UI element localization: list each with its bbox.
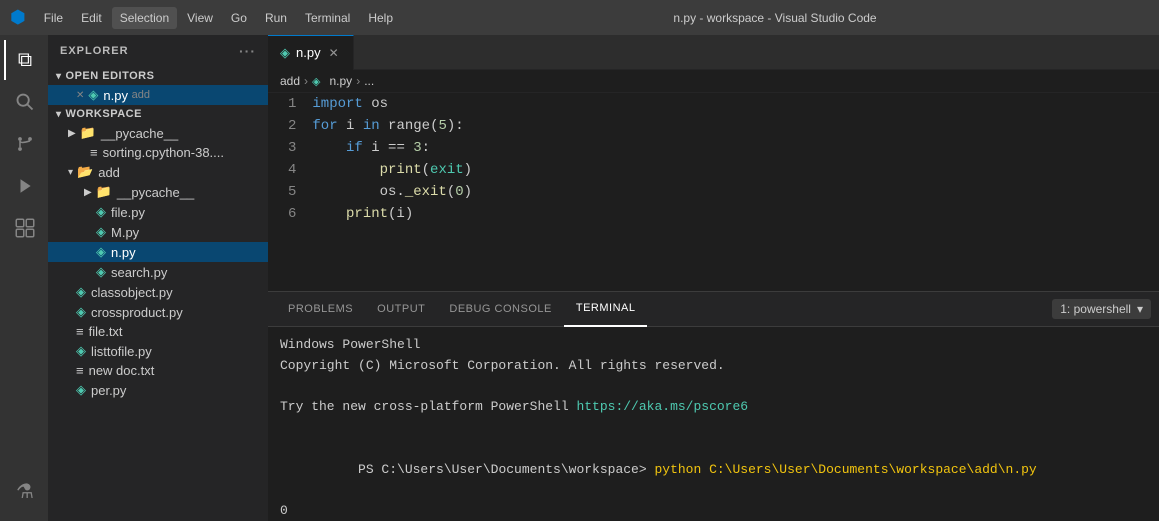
activity-bar: ⧉ ⚗ bbox=[0, 35, 48, 521]
panel-area: PROBLEMS OUTPUT DEBUG CONSOLE TERMINAL 1… bbox=[268, 291, 1159, 521]
file-py-icon: ◈ bbox=[96, 204, 106, 220]
panel-tabs: PROBLEMS OUTPUT DEBUG CONSOLE TERMINAL 1… bbox=[268, 292, 1159, 327]
menu-bar: File Edit Selection View Go Run Terminal… bbox=[36, 7, 401, 29]
menu-edit[interactable]: Edit bbox=[73, 7, 110, 29]
problems-tab[interactable]: PROBLEMS bbox=[276, 292, 365, 327]
sidebar-content: ▾ Open Editors ✕ ◈ n.py add ▾ Workspace … bbox=[48, 67, 268, 521]
terminal-line-4: Try the new cross-platform PowerShell ht… bbox=[280, 397, 1147, 418]
mpy-icon: ◈ bbox=[96, 224, 106, 240]
breadcrumb-py-icon: ◈ bbox=[312, 75, 320, 88]
more-options-icon[interactable]: ··· bbox=[239, 43, 256, 59]
code-editor[interactable]: 1 2 3 4 5 6 import os for i in range(5):… bbox=[268, 93, 1159, 291]
main-area: ⧉ ⚗ Explorer ··· ▾ Open Editors bbox=[0, 35, 1159, 521]
sidebar-header: Explorer ··· bbox=[48, 35, 268, 67]
folder-icon: 📁 bbox=[80, 125, 96, 141]
open-editors-section[interactable]: ▾ Open Editors bbox=[48, 67, 268, 85]
sidebar: Explorer ··· ▾ Open Editors ✕ ◈ n.py add… bbox=[48, 35, 268, 521]
listtofile-py-item[interactable]: ◈ listtofile.py bbox=[48, 341, 268, 361]
menu-view[interactable]: View bbox=[179, 7, 221, 29]
code-content[interactable]: import os for i in range(5): if i == 3: … bbox=[308, 93, 1159, 291]
menu-terminal[interactable]: Terminal bbox=[297, 7, 358, 29]
flask-activity-icon[interactable]: ⚗ bbox=[4, 471, 44, 511]
source-control-activity-icon[interactable] bbox=[4, 124, 44, 164]
search-py-icon: ◈ bbox=[96, 264, 106, 280]
open-editors-chevron: ▾ bbox=[56, 71, 62, 82]
terminal-line-7: 0 bbox=[280, 501, 1147, 521]
code-line-4: print(exit) bbox=[312, 159, 1159, 181]
menu-run[interactable]: Run bbox=[257, 7, 295, 29]
pycache-folder[interactable]: ▶ 📁 __pycache__ bbox=[48, 123, 268, 143]
extensions-activity-icon[interactable] bbox=[4, 208, 44, 248]
terminal-line-1: Windows PowerShell bbox=[280, 335, 1147, 356]
txt-file-icon: ≡ bbox=[90, 145, 98, 160]
terminal-tab[interactable]: TERMINAL bbox=[564, 292, 648, 327]
py-file-icon: ◈ bbox=[88, 87, 98, 103]
tab-npy[interactable]: ◈ n.py ✕ bbox=[268, 35, 354, 70]
debug-console-tab[interactable]: DEBUG CONSOLE bbox=[437, 292, 563, 327]
explorer-activity-icon[interactable]: ⧉ bbox=[4, 40, 44, 80]
npy-item[interactable]: ◈ n.py bbox=[48, 242, 268, 262]
code-line-6: print(i) bbox=[312, 203, 1159, 225]
dropdown-chevron-icon: ▾ bbox=[1137, 302, 1143, 316]
titlebar: ⬢ File Edit Selection View Go Run Termin… bbox=[0, 0, 1159, 35]
terminal-line-5 bbox=[280, 418, 1147, 439]
tab-bar: ◈ n.py ✕ bbox=[268, 35, 1159, 70]
menu-selection[interactable]: Selection bbox=[112, 7, 177, 29]
sidebar-header-icons: ··· bbox=[239, 43, 256, 59]
newdoc-txt-icon: ≡ bbox=[76, 363, 84, 378]
per-py-item[interactable]: ◈ per.py bbox=[48, 380, 268, 400]
crossproduct-py-icon: ◈ bbox=[76, 304, 86, 320]
terminal-line-6: PS C:\Users\User\Documents\workspace> py… bbox=[280, 439, 1147, 501]
code-line-3: if i == 3: bbox=[312, 137, 1159, 159]
code-line-2: for i in range(5): bbox=[312, 115, 1159, 137]
code-line-1: import os bbox=[312, 93, 1159, 115]
newdoc-txt-item[interactable]: ≡ new doc.txt bbox=[48, 361, 268, 380]
open-editor-npy[interactable]: ✕ ◈ n.py add bbox=[48, 85, 268, 105]
workspace-section[interactable]: ▾ Workspace bbox=[48, 105, 268, 123]
code-line-5: os._exit(0) bbox=[312, 181, 1159, 203]
sorting-file[interactable]: ≡ sorting.cpython-38.... bbox=[48, 143, 268, 162]
add-folder[interactable]: ▾ 📂 add bbox=[48, 162, 268, 182]
editor-area: ◈ n.py ✕ add › ◈ n.py › ... 1 2 3 4 5 6 bbox=[268, 35, 1159, 521]
window-title: n.py - workspace - Visual Studio Code bbox=[401, 11, 1149, 25]
listtofile-py-icon: ◈ bbox=[76, 343, 86, 359]
terminal-line-3 bbox=[280, 377, 1147, 398]
run-debug-activity-icon[interactable] bbox=[4, 166, 44, 206]
crossproduct-py-item[interactable]: ◈ crossproduct.py bbox=[48, 302, 268, 322]
menu-file[interactable]: File bbox=[36, 7, 71, 29]
add-pycache-folder[interactable]: ▶ 📁 __pycache__ bbox=[48, 182, 268, 202]
file-py-item[interactable]: ◈ file.py bbox=[48, 202, 268, 222]
output-tab[interactable]: OUTPUT bbox=[365, 292, 437, 327]
add-pycache-chevron: ▶ bbox=[84, 187, 92, 198]
add-pycache-folder-icon: 📁 bbox=[96, 184, 112, 200]
vscode-logo: ⬢ bbox=[10, 7, 26, 28]
file-txt-icon: ≡ bbox=[76, 324, 84, 339]
pycache-chevron: ▶ bbox=[68, 128, 76, 139]
menu-go[interactable]: Go bbox=[223, 7, 255, 29]
tab-close-icon[interactable]: ✕ bbox=[327, 45, 341, 61]
close-editor-icon[interactable]: ✕ bbox=[76, 90, 84, 101]
terminal-dropdown[interactable]: 1: powershell ▾ bbox=[1052, 299, 1151, 319]
workspace-chevron: ▾ bbox=[56, 109, 62, 120]
search-py-item[interactable]: ◈ search.py bbox=[48, 262, 268, 282]
terminal-line-2: Copyright (C) Microsoft Corporation. All… bbox=[280, 356, 1147, 377]
add-chevron: ▾ bbox=[68, 167, 73, 178]
add-folder-icon: 📂 bbox=[77, 164, 93, 180]
mpy-item[interactable]: ◈ M.py bbox=[48, 222, 268, 242]
panel-actions: 1: powershell ▾ bbox=[1052, 299, 1151, 319]
per-py-icon: ◈ bbox=[76, 382, 86, 398]
terminal-content[interactable]: Windows PowerShell Copyright (C) Microso… bbox=[268, 327, 1159, 521]
line-numbers: 1 2 3 4 5 6 bbox=[268, 93, 308, 291]
menu-help[interactable]: Help bbox=[360, 7, 401, 29]
file-txt-item[interactable]: ≡ file.txt bbox=[48, 322, 268, 341]
tab-py-icon: ◈ bbox=[280, 45, 290, 61]
breadcrumb: add › ◈ n.py › ... bbox=[268, 70, 1159, 93]
classobject-py-icon: ◈ bbox=[76, 284, 86, 300]
classobject-py-item[interactable]: ◈ classobject.py bbox=[48, 282, 268, 302]
npy-icon: ◈ bbox=[96, 244, 106, 260]
search-activity-icon[interactable] bbox=[4, 82, 44, 122]
